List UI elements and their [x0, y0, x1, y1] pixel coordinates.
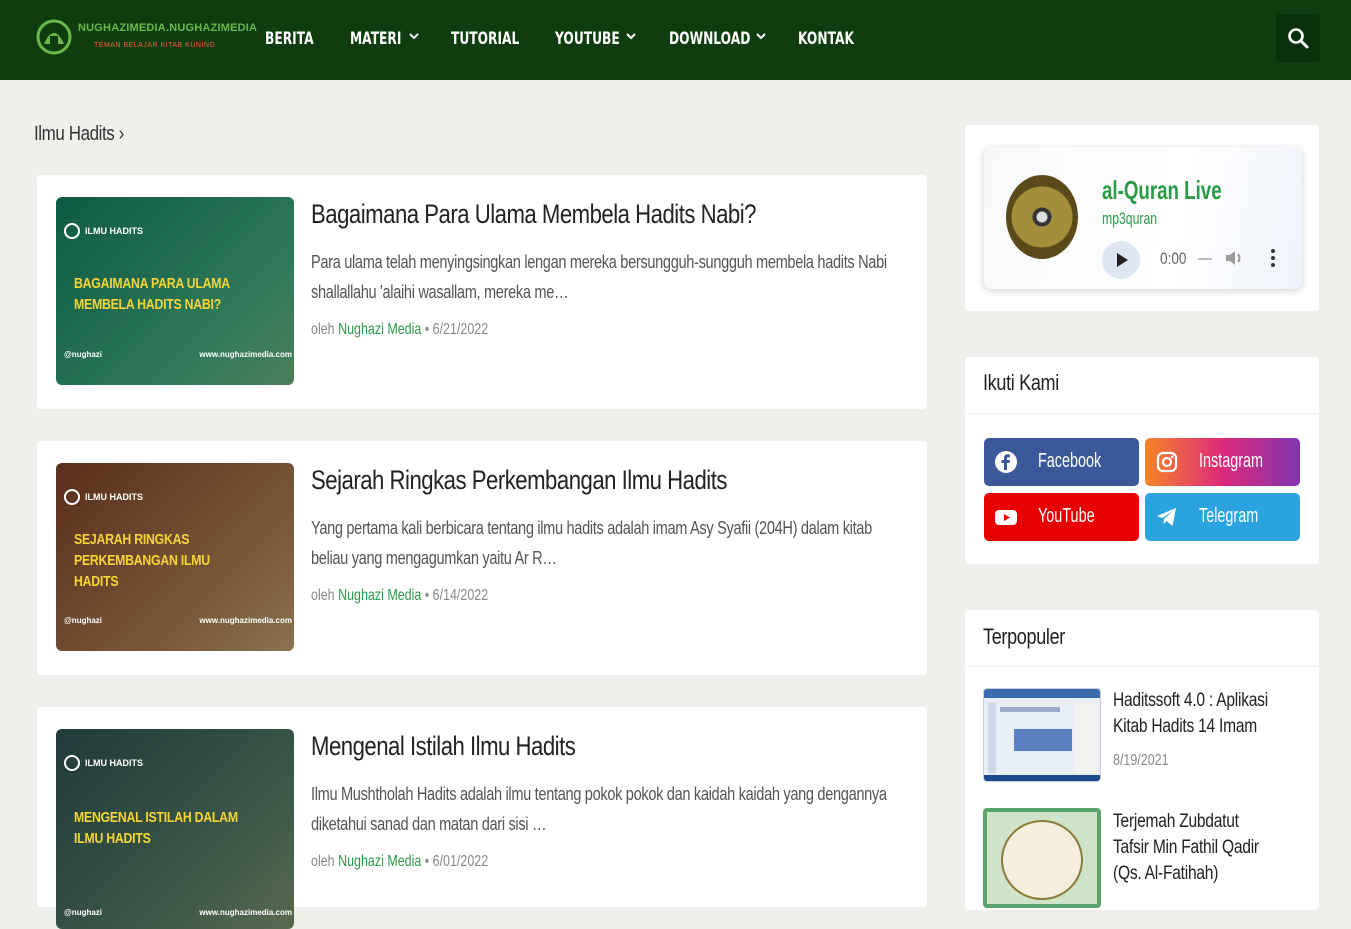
youtube-icon	[995, 510, 1017, 525]
post-meta: oleh Nughazi Media • 6/14/2022	[311, 587, 489, 604]
post-thumbnail[interactable]: ILMU HADITS SEJARAH RINGKAS PERKEMBANGAN…	[56, 463, 294, 651]
post-date: 6/01/2022	[432, 853, 489, 870]
audio-title: al-Quran Live	[1102, 175, 1222, 205]
nav-item-label: MATERI	[350, 29, 402, 49]
thumb-handle: @nughazi	[64, 616, 103, 625]
logo-tagline: TEMAN BELAJAR KITAB KUNING	[94, 42, 216, 49]
breadcrumb: Ilmu Hadits ›	[34, 123, 124, 146]
facebook-icon	[995, 451, 1017, 473]
breadcrumb-label[interactable]: Ilmu Hadits	[34, 123, 115, 145]
thumb-title-line: SEJARAH RINGKAS	[74, 531, 190, 548]
social-label: Instagram	[1199, 450, 1264, 472]
breadcrumb-separator: ›	[118, 123, 125, 145]
thumb-handle: @nughazi	[64, 350, 103, 359]
popular-title-line[interactable]: Tafsir Min Fathil Qadir	[1113, 835, 1259, 861]
thumb-badge: ILMU HADITS	[64, 755, 143, 771]
play-icon	[1117, 253, 1128, 267]
thumb-title-line: BAGAIMANA PARA ULAMA	[74, 275, 230, 292]
post-title[interactable]: Sejarah Ringkas Perkembangan Ilmu Hadits	[311, 465, 727, 496]
popular-title-line[interactable]: Terjemah Zubdatut	[1113, 809, 1239, 835]
nav-item-label: TUTORIAL	[451, 29, 520, 49]
thumb-title-line: HADITS	[74, 573, 119, 590]
chevron-down-icon	[626, 33, 636, 40]
audio-player: al-Quran Live mp3quran 0:00	[984, 147, 1302, 289]
widget-heading: Terpopuler	[983, 624, 1065, 649]
audio-subtitle: mp3quran	[1102, 209, 1158, 228]
audio-time: 0:00	[1160, 249, 1187, 268]
chevron-down-icon	[409, 33, 419, 40]
telegram-button[interactable]: Telegram	[1145, 493, 1300, 541]
search-icon	[1288, 28, 1309, 49]
nav-item-label: KONTAK	[798, 29, 854, 49]
telegram-icon	[1157, 508, 1176, 526]
thumb-site: www.nughazimedia.com	[199, 350, 292, 359]
post-author[interactable]: Nughazi Media	[338, 587, 421, 604]
search-button[interactable]	[1276, 14, 1320, 62]
nav-item-kontak[interactable]: KONTAK	[798, 24, 876, 54]
nav-item-label: YOUTUBE	[555, 29, 620, 49]
post-author[interactable]: Nughazi Media	[338, 321, 421, 338]
audio-progress-bar[interactable]	[1198, 258, 1212, 260]
more-vertical-icon[interactable]	[1270, 248, 1276, 268]
thumb-title-line: PERKEMBANGAN ILMU	[74, 552, 210, 569]
post-thumbnail[interactable]: ILMU HADITS MENGENAL ISTILAH DALAM ILMU …	[56, 729, 294, 929]
popular-title-line[interactable]: Kitab Hadits 14 Imam	[1113, 714, 1257, 740]
post-author[interactable]: Nughazi Media	[338, 853, 421, 870]
nav-item-berita[interactable]: BERITA	[265, 24, 332, 54]
instagram-button[interactable]: Instagram	[1145, 438, 1300, 486]
nav-item-label: BERITA	[265, 29, 314, 49]
social-label: Telegram	[1199, 505, 1259, 527]
popular-thumbnail[interactable]	[983, 808, 1101, 908]
post-excerpt: Yang pertama kali berbicara tentang ilmu…	[311, 518, 872, 568]
nav-item-tutorial[interactable]: TUTORIAL	[451, 24, 546, 54]
chevron-down-icon	[756, 33, 766, 40]
popular-thumbnail[interactable]	[983, 688, 1101, 782]
audio-widget: al-Quran Live mp3quran 0:00	[965, 125, 1319, 311]
top-navbar: NUGHAZIMEDIA.NUGHAZIMEDIA TEMAN BELAJAR …	[0, 0, 1351, 80]
logo-title: NUGHAZIMEDIA.NUGHAZIMEDIA	[78, 22, 258, 34]
post-date: 6/21/2022	[432, 321, 489, 338]
author-prefix: oleh	[311, 853, 335, 870]
logo-emblem-icon	[36, 19, 72, 55]
post-card: ILMU HADITS SEJARAH RINGKAS PERKEMBANGAN…	[37, 441, 927, 675]
follow-widget: Ikuti Kami Facebook Instagram YouTube Te…	[965, 357, 1319, 564]
social-label: YouTube	[1038, 505, 1095, 527]
cd-disc-icon	[1006, 175, 1078, 259]
post-meta: oleh Nughazi Media • 6/21/2022	[311, 321, 489, 338]
post-card: ILMU HADITS MENGENAL ISTILAH DALAM ILMU …	[37, 707, 927, 929]
youtube-button[interactable]: YouTube	[984, 493, 1139, 541]
post-excerpt: Ilmu Mushtholah Hadits adalah ilmu tenta…	[311, 784, 887, 834]
site-logo[interactable]: NUGHAZIMEDIA.NUGHAZIMEDIA TEMAN BELAJAR …	[34, 16, 257, 60]
facebook-button[interactable]: Facebook	[984, 438, 1139, 486]
popular-title-line[interactable]: (Qs. Al-Fatihah)	[1113, 861, 1218, 887]
thumb-handle: @nughazi	[64, 908, 103, 917]
thumb-site: www.nughazimedia.com	[199, 908, 292, 917]
post-meta: oleh Nughazi Media • 6/01/2022	[311, 853, 489, 870]
divider	[965, 413, 1319, 414]
post-excerpt: Para ulama telah menyingsingkan lengan m…	[311, 252, 887, 302]
thumb-site: www.nughazimedia.com	[199, 616, 292, 625]
widget-heading: Ikuti Kami	[983, 370, 1059, 395]
post-card: ILMU HADITS BAGAIMANA PARA ULAMA MEMBELA…	[37, 175, 927, 409]
instagram-icon	[1156, 451, 1178, 473]
popular-title-line[interactable]: Haditssoft 4.0 : Aplikasi	[1113, 688, 1268, 714]
thumb-badge: ILMU HADITS	[64, 489, 143, 505]
social-label: Facebook	[1038, 450, 1102, 472]
nav-item-label: DOWNLOAD	[669, 29, 751, 49]
author-prefix: oleh	[311, 321, 335, 338]
thumb-title-line: MENGENAL ISTILAH DALAM	[74, 809, 238, 826]
play-button[interactable]	[1102, 241, 1140, 279]
volume-icon[interactable]	[1224, 248, 1246, 268]
thumb-title-line: ILMU HADITS	[74, 830, 151, 847]
divider	[965, 666, 1319, 667]
thumb-badge: ILMU HADITS	[64, 223, 143, 239]
thumb-title-line: MEMBELA HADITS NABI?	[74, 296, 222, 313]
popular-date: 8/19/2021	[1113, 752, 1169, 769]
post-title[interactable]: Bagaimana Para Ulama Membela Hadits Nabi…	[311, 199, 756, 230]
popular-widget: Terpopuler Haditssoft 4.0 : Aplikasi Kit…	[965, 610, 1319, 910]
post-date: 6/14/2022	[432, 587, 489, 604]
post-title[interactable]: Mengenal Istilah Ilmu Hadits	[311, 731, 576, 762]
post-thumbnail[interactable]: ILMU HADITS BAGAIMANA PARA ULAMA MEMBELA…	[56, 197, 294, 385]
author-prefix: oleh	[311, 587, 335, 604]
